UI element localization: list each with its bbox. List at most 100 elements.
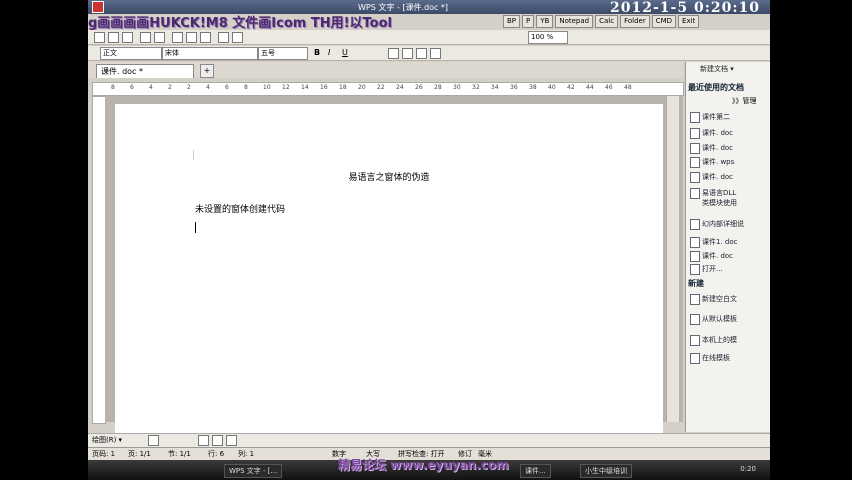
redo-icon[interactable] <box>232 32 243 43</box>
status-section: 节: 1/1 <box>168 450 191 458</box>
recent-item[interactable]: 课件. doc <box>689 172 733 183</box>
taskbar-training-button[interactable]: 小生中级培训 <box>580 464 632 478</box>
ellipse-tool-icon[interactable] <box>226 435 237 446</box>
align-center-icon[interactable] <box>402 48 413 59</box>
ruler-tick-label: 32 <box>472 84 480 91</box>
quick-launch-bar: BP P YB Notepad Calc Folder CMD Exit <box>503 15 700 28</box>
watermark-bottom: 精易论坛 www.eyuyan.com <box>338 458 509 472</box>
zoom-select[interactable]: 100 % <box>528 31 568 44</box>
taskbar-wps-button[interactable]: WPS 文字 - [... <box>224 464 283 478</box>
ruler-tick-label: 36 <box>510 84 518 91</box>
from-template-link[interactable]: 从默认模板 <box>690 314 737 325</box>
vertical-ruler[interactable] <box>92 96 106 424</box>
ruler-tick-label: 2 <box>187 84 191 91</box>
align-right-icon[interactable] <box>416 48 427 59</box>
recent-item[interactable]: 课件. wps <box>689 157 734 168</box>
ruler-tick-label: 38 <box>529 84 537 91</box>
ruler-tick-label: 24 <box>396 84 404 91</box>
draw-menu-button[interactable]: 绘图(R) ▾ <box>92 435 122 445</box>
standard-toolbar: 100 % <box>88 30 770 45</box>
cut-icon[interactable] <box>172 32 183 43</box>
ruler-tick-label: 30 <box>453 84 461 91</box>
recent-item[interactable]: 课件. doc <box>689 128 733 139</box>
document-page[interactable]: 易语言之窗体的伪造 未设置的窗体创建代码 <box>115 104 663 434</box>
format-toolbar: 正文 宋体 五号 B I U <box>88 46 770 61</box>
ruler-tick-label: 22 <box>377 84 385 91</box>
quick-p-button[interactable]: P <box>522 15 535 28</box>
clock-overlay: 2012-1-5 0:20:10 <box>610 0 760 16</box>
taskbar-clock: 0:20 <box>740 465 756 473</box>
undo-icon[interactable] <box>218 32 229 43</box>
quick-bp-button[interactable]: BP <box>503 15 521 28</box>
vertical-scrollbar[interactable] <box>666 96 679 422</box>
document-tab-strip: 课件. doc * + <box>88 62 683 78</box>
online-template-link[interactable]: 在线模板 <box>690 353 730 364</box>
quick-yb-button[interactable]: YB <box>536 15 554 28</box>
task-pane: 新建文档 ▾ 最近使用的文档 》》管理 课件第二 课件. doc 课件. doc… <box>685 62 770 432</box>
save-icon[interactable] <box>122 32 133 43</box>
new-blank-link[interactable]: 新建空白文 <box>690 294 737 305</box>
watermark-top: g画画画画HUKCK!M8 文件画Icom TH用!以Tool <box>88 16 392 31</box>
margin-corner-mark <box>193 150 194 160</box>
new-heading: 新建 <box>688 279 704 288</box>
line-tool-icon[interactable] <box>198 435 209 446</box>
ruler-tick-label: 42 <box>567 84 575 91</box>
text-cursor <box>195 222 196 233</box>
ruler-tick-label: 8 <box>244 84 248 91</box>
print-icon[interactable] <box>140 32 151 43</box>
ruler-tick-label: 28 <box>434 84 442 91</box>
local-template-link[interactable]: 本机上的模 <box>690 335 737 346</box>
recent-heading: 最近使用的文档 <box>688 83 744 92</box>
ruler-tick-label: 4 <box>149 84 153 91</box>
ruler-tick-label: 46 <box>605 84 613 91</box>
recent-item[interactable]: 幻内部详细说 <box>690 219 744 230</box>
new-file-icon[interactable] <box>94 32 105 43</box>
align-left-icon[interactable] <box>388 48 399 59</box>
document-heading[interactable]: 易语言之窗体的伪造 <box>115 170 663 183</box>
ruler-tick-label: 34 <box>491 84 499 91</box>
justify-icon[interactable] <box>430 48 441 59</box>
recent-item[interactable]: 课件1. doc <box>689 237 737 248</box>
ruler-tick-label: 48 <box>624 84 632 91</box>
open-icon[interactable] <box>108 32 119 43</box>
quick-cmd-button[interactable]: CMD <box>651 15 677 28</box>
manage-link[interactable]: 》》管理 <box>732 96 757 106</box>
italic-button[interactable]: I <box>328 48 330 57</box>
copy-icon[interactable] <box>186 32 197 43</box>
recent-item[interactable]: 课件第二 <box>690 112 730 123</box>
document-paragraph[interactable]: 未设置的窗体创建代码 <box>195 202 285 215</box>
drawing-toolbar: 绘图(R) ▾ <box>88 433 770 447</box>
status-col: 列: 1 <box>238 450 255 458</box>
style-select[interactable]: 正文 <box>100 47 162 60</box>
screen: WPS 文字 - [课件.doc *] 2012-1-5 0:20:10 g画画… <box>88 0 770 480</box>
size-select[interactable]: 五号 <box>258 47 308 60</box>
underline-button[interactable]: U <box>342 48 348 57</box>
quick-notepad-button[interactable]: Notepad <box>555 15 594 28</box>
quick-calc-button[interactable]: Calc <box>595 15 619 28</box>
bold-button[interactable]: B <box>314 48 320 57</box>
ruler-tick-label: 2 <box>168 84 172 91</box>
recent-item[interactable]: 课件. doc <box>689 143 733 154</box>
tab-document[interactable]: 课件. doc * <box>96 64 194 78</box>
paste-icon[interactable] <box>200 32 211 43</box>
ruler-tick-label: 4 <box>206 84 210 91</box>
recent-item[interactable]: 课件. doc <box>689 251 733 262</box>
select-arrow-icon[interactable] <box>148 435 159 446</box>
document-workspace: 易语言之窗体的伪造 未设置的窗体创建代码 <box>105 96 683 434</box>
task-pane-header[interactable]: 新建文档 ▾ <box>686 62 770 76</box>
font-select[interactable]: 宋体 <box>162 47 258 60</box>
status-page: 页码: 1 <box>92 450 116 458</box>
ruler-tick-label: 12 <box>282 84 290 91</box>
preview-icon[interactable] <box>154 32 165 43</box>
new-tab-button[interactable]: + <box>200 64 214 78</box>
taskbar-file-button[interactable]: 课件... <box>520 464 551 478</box>
ruler-tick-label: 44 <box>586 84 594 91</box>
open-link[interactable]: 打开... <box>690 264 723 275</box>
ruler-tick-label: 14 <box>301 84 309 91</box>
quick-folder-button[interactable]: Folder <box>620 15 650 28</box>
rectangle-tool-icon[interactable] <box>212 435 223 446</box>
recent-item[interactable]: 易语言DLL 类模块使用 <box>690 188 737 208</box>
ruler-tick-label: 18 <box>339 84 347 91</box>
horizontal-ruler[interactable]: 8 6 4 2 2 4 6 8 10 12 14 16 18 20 22 24 26 28 30 32 34 36 38 40… <box>92 82 684 96</box>
quick-exit-button[interactable]: Exit <box>678 15 700 28</box>
